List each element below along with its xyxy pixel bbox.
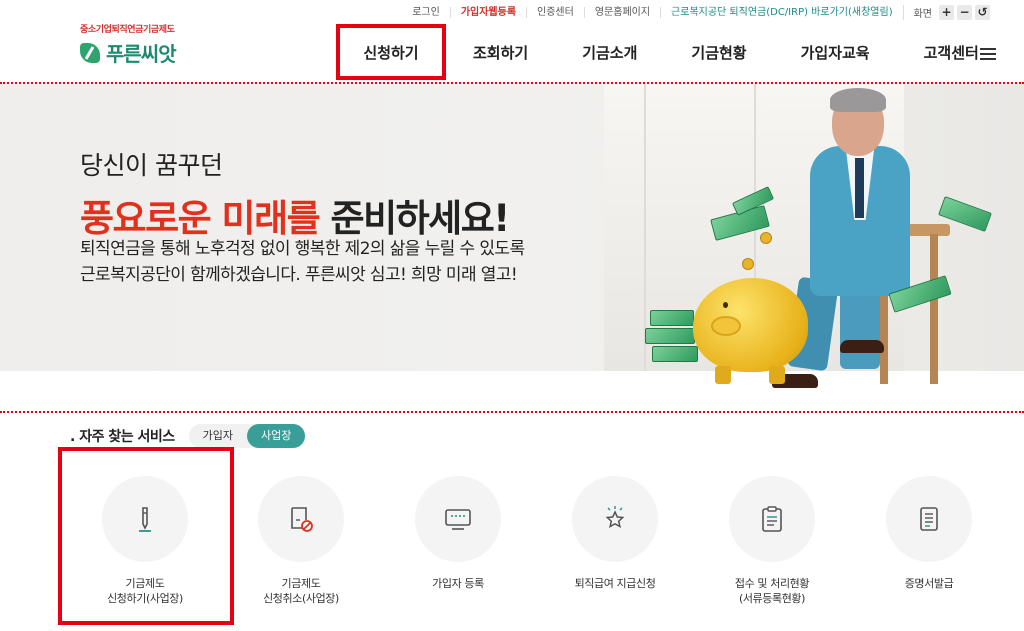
signup-link[interactable]: 가입자웹등록 — [449, 6, 526, 18]
highlight-box — [58, 447, 234, 625]
service-label: 기금제도신청취소(사업장) — [216, 576, 386, 606]
nav-item-fund-status[interactable]: 기금현황 — [664, 24, 773, 80]
nav-item-inquiry[interactable]: 조회하기 — [446, 24, 555, 80]
zoom-in-button[interactable]: + — [939, 4, 954, 20]
cert-center-link[interactable]: 인증센터 — [526, 6, 584, 18]
certificate-icon — [920, 507, 938, 531]
toggle-member[interactable]: 가입자 — [189, 424, 247, 448]
nav-item-apply[interactable]: 신청하기 — [336, 24, 446, 80]
service-label-line1: 가입자 등록 — [432, 577, 484, 590]
zoom-out-button[interactable]: − — [957, 4, 972, 20]
service-label-line1: 증명서발급 — [904, 577, 954, 590]
service-cancel[interactable]: 기금제도신청취소(사업장) — [216, 476, 386, 606]
nav-item-education[interactable]: 가입자교육 — [774, 24, 897, 80]
hero-banner: 당신이 꿈꾸던 풍요로운 미래를 준비하세요! 퇴직연금을 통해 노후걱정 없이… — [0, 84, 1024, 411]
cash-stack — [645, 328, 695, 344]
pig-leg — [715, 366, 731, 384]
man-tie — [855, 158, 864, 218]
clipboard-icon — [762, 506, 782, 532]
hero-desc-line1: 퇴직연금을 통해 노후걱정 없이 행복한 제2의 삶을 누릴 수 있도록 — [80, 239, 525, 259]
utility-bar: 로그인 가입자웹등록 인증센터 영문홈페이지 근로복지공단 퇴직연금(DC/IR… — [402, 0, 990, 24]
hero-title: 풍요로운 미래를 준비하세요! — [80, 188, 511, 242]
stool-leg — [930, 234, 938, 384]
service-label: 가입자 등록 — [373, 576, 543, 591]
service-retirement-payment[interactable]: 퇴직급여 지급신청 — [530, 476, 700, 591]
service-member-register[interactable]: 가입자 등록 — [373, 476, 543, 591]
frequent-services-title: . 자주 찾는 서비스 — [70, 429, 175, 445]
service-label: 퇴직급여 지급신청 — [530, 576, 700, 591]
service-icon-circle — [729, 476, 815, 562]
zoom-label: 화면 — [913, 8, 932, 20]
service-label-line1: 퇴직급여 지급신청 — [574, 577, 656, 590]
man-hair — [830, 88, 886, 112]
service-label-line2: 신청취소(사업장) — [263, 592, 339, 605]
zoom-controls: 화면 + − ↺ — [902, 4, 990, 20]
coin — [742, 258, 754, 270]
seed-logo-icon — [80, 42, 100, 63]
dc-irp-link[interactable]: 근로복지공단 퇴직연금(DC/IRP) 바로가기(새창열림) — [660, 6, 903, 18]
pig-leg — [769, 366, 785, 384]
piggy-bank — [693, 278, 808, 384]
logo-tagline: 중소기업퇴직연금기금제도 — [80, 25, 175, 35]
star-icon — [605, 506, 625, 528]
service-label: 증명서발급 — [844, 576, 1014, 591]
login-link[interactable]: 로그인 — [402, 7, 450, 18]
page: 로그인 가입자웹등록 인증센터 영문홈페이지 근로복지공단 퇴직연금(DC/IR… — [0, 0, 1024, 631]
service-status[interactable]: 접수 및 처리현황 (서류등록현황) — [687, 476, 857, 606]
coin — [760, 232, 772, 244]
service-certificate[interactable]: 증명서발급 — [844, 476, 1014, 591]
cash-stack — [652, 346, 698, 362]
service-icon-circle — [415, 476, 501, 562]
logo-brand: 푸른씨앗 — [80, 38, 210, 67]
man-shoe — [840, 340, 884, 353]
service-label: 접수 및 처리현황 (서류등록현황) — [687, 576, 857, 606]
frequent-services-header: . 자주 찾는 서비스 가입자 사업장 — [70, 424, 306, 448]
cash-stack — [650, 310, 694, 326]
english-site-link[interactable]: 영문홈페이지 — [583, 6, 660, 18]
hero-floor — [0, 371, 1024, 411]
service-icon-circle — [886, 476, 972, 562]
hero-subtitle: 당신이 꿈꾸던 — [80, 151, 223, 180]
logo-name: 푸른씨앗 — [106, 42, 177, 66]
monitor-icon — [445, 509, 471, 530]
service-icon-circle — [572, 476, 658, 562]
pig-snout — [711, 316, 741, 336]
nav-item-fund-intro[interactable]: 기금소개 — [555, 24, 664, 80]
hero-title-rest: 준비하세요! — [319, 197, 511, 240]
zoom-reset-button[interactable]: ↺ — [975, 4, 990, 20]
hero-title-highlight: 풍요로운 미래를 — [80, 197, 321, 240]
cancel-document-icon — [291, 507, 313, 532]
toggle-business[interactable]: 사업장 — [246, 424, 306, 448]
service-label-line1: 접수 및 처리현황 — [734, 577, 810, 590]
site-logo[interactable]: 중소기업퇴직연금기금제도 푸른씨앗 — [80, 22, 210, 67]
service-label-line2: (서류등록현황) — [738, 592, 806, 605]
service-icon-circle — [258, 476, 344, 562]
divider — [0, 411, 1024, 413]
hero-description: 퇴직연금을 통해 노후걱정 없이 행복한 제2의 삶을 누릴 수 있도록 근로복… — [80, 236, 550, 288]
main-nav: 신청하기 조회하기 기금소개 기금현황 가입자교육 고객센터 — [336, 24, 1006, 80]
hero-desc-line2: 근로복지공단이 함께하겠습니다. 푸른씨앗 심고! 희망 미래 열고! — [80, 265, 518, 285]
pig-eye — [723, 302, 728, 308]
user-type-toggle: 가입자 사업장 — [188, 424, 306, 448]
hamburger-menu-icon[interactable] — [980, 48, 996, 60]
service-label-line1: 기금제도 — [281, 577, 321, 590]
